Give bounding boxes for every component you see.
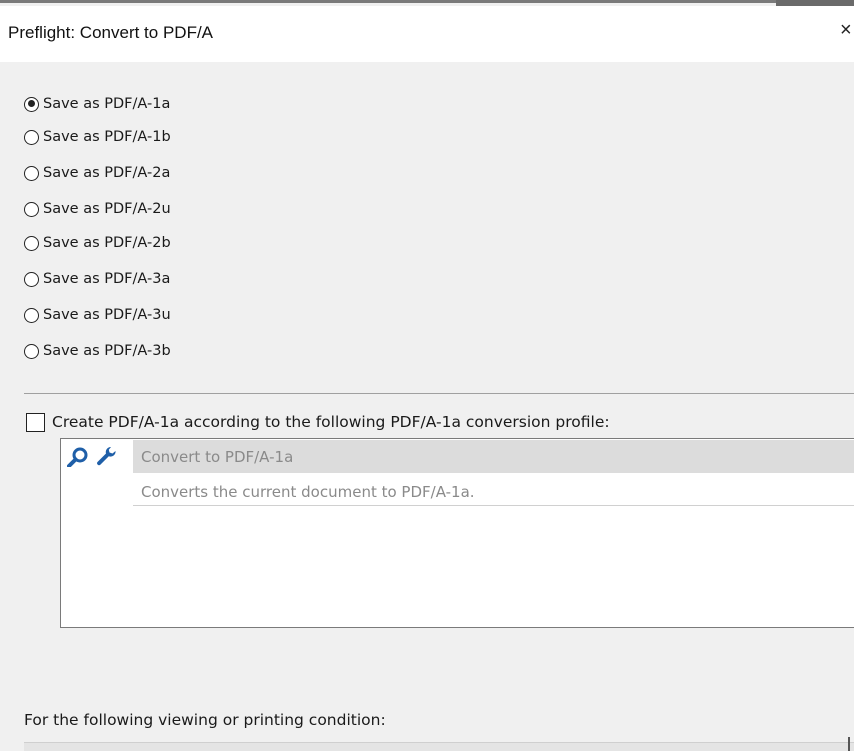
conversion-profile-list[interactable]: Convert to PDF/A-1a Converts the current… [60, 438, 854, 628]
condition-label: For the following viewing or printing co… [24, 711, 386, 729]
radio-label: Save as PDF/A-3b [43, 343, 171, 359]
title-bar: Preflight: Convert to PDF/A × [0, 6, 854, 62]
radio-button[interactable] [24, 129, 39, 145]
radio-label: Save as PDF/A-1a [43, 96, 171, 112]
condition-select[interactable] [24, 742, 854, 751]
radio-option-pdfa-2a[interactable]: Save as PDF/A-2a [24, 161, 170, 185]
profile-name[interactable]: Convert to PDF/A-1a [141, 448, 293, 466]
radio-option-pdfa-1b[interactable]: Save as PDF/A-1b [24, 125, 171, 149]
radio-button[interactable] [24, 165, 39, 181]
radio-label: Save as PDF/A-3a [43, 271, 171, 287]
radio-option-pdfa-2u[interactable]: Save as PDF/A-2u [24, 197, 171, 221]
radio-label: Save as PDF/A-2b [43, 235, 171, 251]
conversion-profile-checkbox[interactable] [26, 412, 45, 432]
radio-button[interactable] [24, 343, 39, 359]
section-divider [24, 393, 854, 394]
radio-button[interactable] [24, 235, 39, 251]
radio-button[interactable] [24, 96, 39, 112]
radio-option-pdfa-1a[interactable]: Save as PDF/A-1a [24, 92, 170, 116]
profile-row-separator [133, 505, 854, 506]
radio-button[interactable] [24, 201, 39, 217]
radio-button[interactable] [24, 307, 39, 323]
conversion-profile-label: Create PDF/A-1a according to the followi… [52, 413, 610, 431]
profile-description: Converts the current document to PDF/A-1… [141, 483, 475, 501]
radio-option-pdfa-3u[interactable]: Save as PDF/A-3u [24, 303, 171, 327]
radio-label: Save as PDF/A-1b [43, 129, 171, 145]
radio-option-pdfa-3b[interactable]: Save as PDF/A-3b [24, 339, 171, 363]
preflight-dialog: Preflight: Convert to PDF/A × Save as PD… [0, 0, 854, 751]
window-edge-marker [848, 737, 850, 751]
radio-label: Save as PDF/A-2a [43, 165, 171, 181]
wrench-icon [97, 446, 116, 466]
radio-label: Save as PDF/A-3u [43, 307, 171, 323]
magnifier-icon [67, 447, 88, 467]
radio-label: Save as PDF/A-2u [43, 201, 171, 217]
radio-button[interactable] [24, 271, 39, 287]
radio-option-pdfa-3a[interactable]: Save as PDF/A-3a [24, 267, 170, 291]
dialog-title: Preflight: Convert to PDF/A [8, 23, 214, 42]
radio-option-pdfa-2b[interactable]: Save as PDF/A-2b [24, 231, 171, 255]
conversion-profile-option[interactable]: Create PDF/A-1a according to the followi… [26, 410, 610, 434]
close-icon[interactable]: × [840, 20, 852, 40]
window-top-border [0, 0, 854, 3]
